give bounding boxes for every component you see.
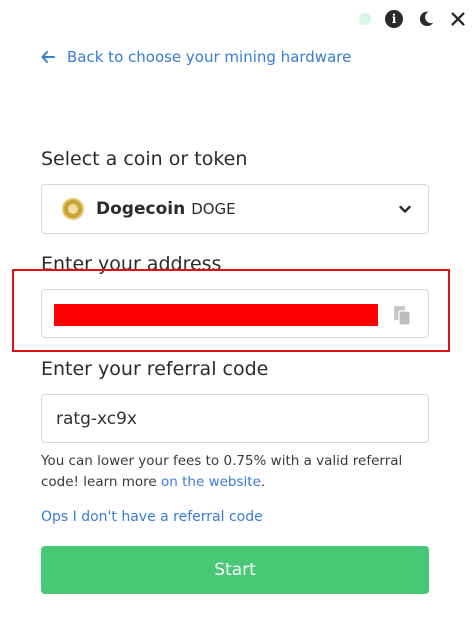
- status-dot-icon: [359, 13, 371, 25]
- coin-name: Dogecoin: [96, 199, 186, 219]
- coin-section-label: Select a coin or token: [41, 148, 248, 170]
- coin-ticker: DOGE: [191, 200, 236, 218]
- close-icon[interactable]: [449, 10, 467, 28]
- coin-select[interactable]: Dogecoin DOGE: [41, 184, 429, 234]
- top-toolbar: i: [359, 8, 467, 30]
- website-link[interactable]: on the website: [161, 474, 261, 490]
- help-text-after: .: [260, 474, 266, 490]
- no-referral-code-link[interactable]: Ops I don't have a referral code: [41, 509, 263, 525]
- moon-icon[interactable]: [417, 10, 435, 28]
- referral-section-label: Enter your referral code: [41, 358, 269, 380]
- chevron-down-icon[interactable]: [398, 202, 412, 216]
- back-link-label: Back to choose your mining hardware: [67, 48, 352, 66]
- referral-help-text: You can lower your fees to 0.75% with a …: [41, 451, 441, 493]
- address-highlight-box: [12, 269, 450, 352]
- dogecoin-icon: [62, 198, 84, 220]
- back-link[interactable]: Back to choose your mining hardware: [41, 48, 351, 66]
- referral-code-input[interactable]: [41, 394, 429, 443]
- start-button[interactable]: Start: [41, 546, 429, 594]
- info-icon[interactable]: i: [385, 10, 403, 28]
- arrow-left-icon: [41, 51, 55, 63]
